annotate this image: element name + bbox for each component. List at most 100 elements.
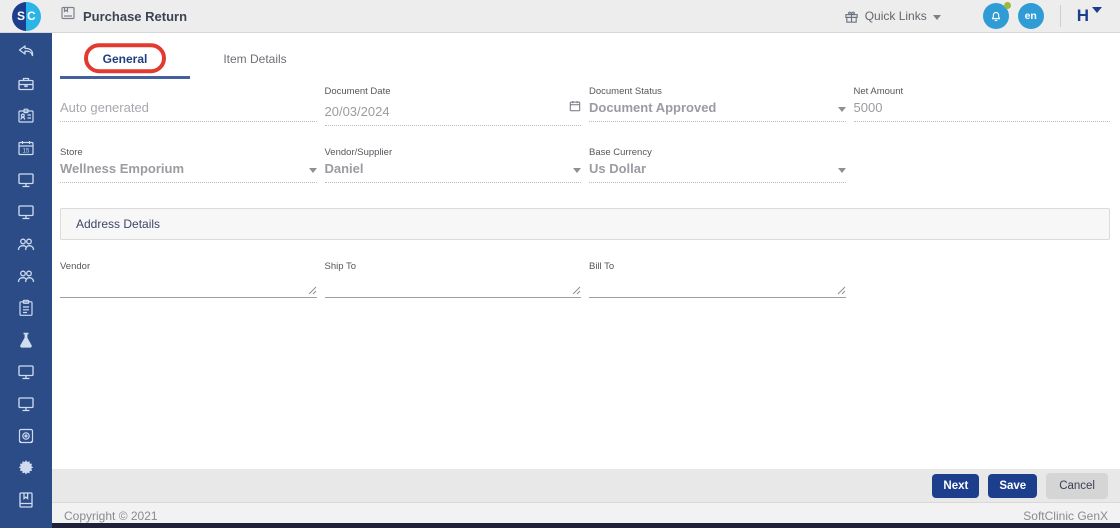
- field-label: Net Amount: [853, 86, 904, 97]
- field-net-amount: Net Amount 5000: [853, 86, 1110, 126]
- tab-general-label: General: [102, 52, 148, 66]
- field-label: Vendor: [60, 261, 91, 272]
- field-document-date: Document Date 20/03/2024: [324, 86, 581, 126]
- field-label: Bill To: [589, 261, 615, 272]
- header-divider: [1059, 5, 1061, 27]
- action-bar: Next Save Cancel: [52, 469, 1120, 502]
- user-initial: H: [1076, 6, 1089, 25]
- document-no-input[interactable]: [60, 100, 317, 115]
- calendar-day: 15: [23, 149, 30, 155]
- field-ship-to-address: Ship To: [324, 261, 581, 298]
- field-label: [60, 86, 317, 99]
- field-value: Wellness Emporium: [60, 161, 185, 176]
- monitor-icon[interactable]: [16, 362, 36, 382]
- dropdown-caret-icon: [573, 168, 581, 173]
- dropdown-caret-icon: [837, 107, 846, 112]
- cancel-button[interactable]: Cancel: [1046, 472, 1108, 499]
- vendor-address-textarea[interactable]: [60, 274, 317, 298]
- language-button[interactable]: en: [1017, 3, 1044, 29]
- user-menu[interactable]: H: [1077, 6, 1102, 26]
- tab-item-details[interactable]: Item Details: [190, 44, 320, 79]
- field-label: Ship To: [324, 261, 357, 272]
- field-base-currency: Base Currency Us Dollar: [589, 147, 846, 183]
- field-value: Us Dollar: [589, 161, 647, 176]
- resize-handle-icon[interactable]: [572, 286, 581, 295]
- logo-letter-c: C: [26, 1, 41, 31]
- monitor-icon[interactable]: [16, 170, 36, 190]
- top-bar: S C Purchase Return Quick Links en H: [0, 0, 1120, 33]
- field-label: Vendor/Supplier: [324, 147, 393, 158]
- top-bar-right: Quick Links en H: [844, 2, 1120, 29]
- tab-bar: General Item Details: [52, 43, 1120, 79]
- safe-icon[interactable]: [16, 426, 36, 446]
- calendar-icon[interactable]: 15: [16, 138, 36, 158]
- logo-letter-s: S: [11, 1, 26, 31]
- copyright-text: Copyright © 2021: [64, 508, 158, 523]
- field-value: Daniel: [324, 161, 364, 176]
- date-picker-calendar-icon[interactable]: [569, 99, 581, 117]
- tab-general[interactable]: General: [60, 43, 190, 79]
- document-status-select[interactable]: Document Approved: [589, 99, 846, 122]
- field-vendor-address: Vendor: [60, 261, 317, 298]
- resize-handle-icon[interactable]: [308, 286, 317, 295]
- field-value: Document Approved: [589, 100, 717, 115]
- notifications-button[interactable]: [982, 2, 1011, 29]
- field-document-no: [60, 86, 317, 126]
- chevron-down-icon: [932, 14, 941, 20]
- users-icon[interactable]: [16, 234, 36, 254]
- id-badge-icon[interactable]: [16, 106, 36, 126]
- address-details-header: Address Details: [60, 208, 1110, 240]
- sidebar-nav: 15: [0, 33, 52, 528]
- book-icon[interactable]: [16, 490, 36, 510]
- app-logo[interactable]: S C: [0, 1, 52, 31]
- purchase-return-page: S C Purchase Return Quick Links en H 15 …: [0, 0, 1120, 528]
- clipboard-icon[interactable]: [16, 298, 36, 318]
- resize-handle-icon[interactable]: [837, 286, 846, 295]
- users-icon[interactable]: [16, 266, 36, 286]
- user-chevron-down-icon: [1092, 7, 1102, 13]
- field-vendor-supplier: Vendor/Supplier Daniel: [324, 147, 581, 183]
- field-label: Document Date: [324, 86, 391, 97]
- bill-to-textarea[interactable]: [589, 274, 846, 298]
- main-content: General Item Details Document Date: [52, 33, 1120, 528]
- dropdown-caret-icon: [837, 168, 846, 173]
- notification-dot: [1003, 2, 1011, 9]
- net-amount-input[interactable]: 5000: [853, 99, 1110, 122]
- field-bill-to-address: Bill To: [589, 261, 846, 298]
- journal-icon: [60, 5, 76, 26]
- save-button[interactable]: Save: [988, 473, 1038, 498]
- softclinic-logo-icon: S C: [11, 1, 41, 31]
- document-no-control: [60, 99, 317, 122]
- tab-item-details-label: Item Details: [223, 52, 287, 66]
- field-value: 20/03/2024: [324, 104, 390, 119]
- ship-to-textarea[interactable]: [324, 274, 581, 298]
- brand-text: SoftClinic GenX: [1023, 508, 1108, 523]
- page-title: Purchase Return: [83, 8, 188, 24]
- gift-icon: [845, 11, 858, 23]
- field-store: Store Wellness Emporium: [60, 147, 317, 183]
- base-currency-select[interactable]: Us Dollar: [589, 160, 846, 183]
- field-label: Base Currency: [589, 147, 652, 158]
- users-partial-icon[interactable]: [16, 522, 36, 528]
- monitor-icon[interactable]: [16, 202, 36, 222]
- briefcase-icon[interactable]: [16, 74, 36, 94]
- vendor-supplier-select[interactable]: Daniel: [324, 160, 581, 183]
- general-form: Document Date 20/03/2024 Document Status…: [52, 79, 1120, 183]
- next-button[interactable]: Next: [932, 473, 980, 498]
- monitor-icon[interactable]: [16, 394, 36, 414]
- field-label: Document Status: [589, 86, 662, 97]
- document-date-input[interactable]: 20/03/2024: [324, 99, 581, 126]
- back-reply-icon[interactable]: [16, 42, 36, 62]
- field-value: 5000: [853, 100, 883, 115]
- quick-links-label: Quick Links: [864, 9, 927, 23]
- settings-gear-icon[interactable]: [16, 458, 36, 478]
- field-document-status: Document Status Document Approved: [589, 86, 846, 126]
- store-select[interactable]: Wellness Emporium: [60, 160, 317, 183]
- bottom-strip: [52, 523, 1120, 528]
- bell-icon: [991, 11, 1000, 22]
- page-title-group: Purchase Return: [60, 5, 187, 28]
- quick-links-menu[interactable]: Quick Links: [844, 9, 941, 24]
- flask-icon[interactable]: [16, 330, 36, 350]
- address-fields: Vendor Ship To Bill To: [52, 240, 1120, 298]
